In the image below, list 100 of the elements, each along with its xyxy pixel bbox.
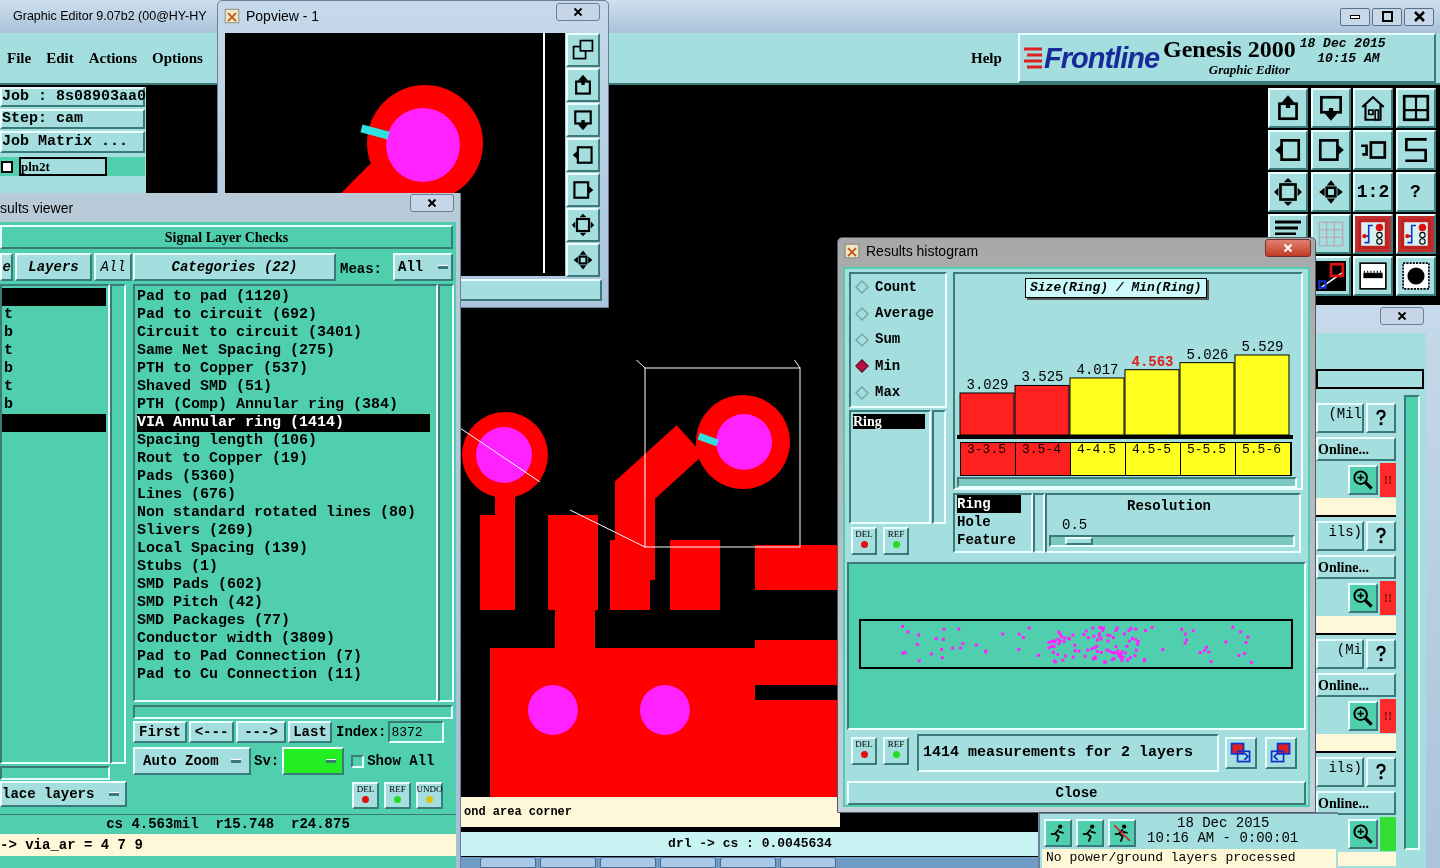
tab[interactable]: Layers <box>15 253 92 281</box>
tool-button[interactable] <box>1395 88 1436 128</box>
tool-button[interactable] <box>1353 214 1393 254</box>
scrollbar[interactable] <box>932 410 946 524</box>
tool-button[interactable] <box>566 208 600 242</box>
zoom-button[interactable] <box>1348 819 1378 849</box>
action-button[interactable]: REF <box>883 527 909 555</box>
tool-button[interactable] <box>1395 130 1436 170</box>
tool-button[interactable] <box>1353 130 1393 170</box>
text-field[interactable] <box>1316 369 1424 389</box>
layer-checkbox[interactable] <box>1 160 13 173</box>
tool-button[interactable]: ? <box>1395 172 1436 212</box>
nav-button[interactable]: <--- <box>189 721 234 743</box>
category-item[interactable]: Same Net Spacing (275) <box>137 342 430 360</box>
import-button[interactable] <box>1265 737 1297 769</box>
slider-thumb[interactable] <box>1065 537 1094 545</box>
menu-item[interactable]: Help <box>971 47 1002 70</box>
category-item[interactable]: Circuit to circuit (3401) <box>137 324 430 342</box>
minimize-button[interactable] <box>1340 7 1370 26</box>
tool-button[interactable] <box>1310 214 1351 254</box>
scrollbar[interactable] <box>1033 493 1045 553</box>
category-item[interactable]: Pad to Cu Connection (11) <box>137 666 430 684</box>
category-item[interactable]: Pad to Pad Connection (7) <box>137 648 430 666</box>
layer-item[interactable]: t <box>2 306 106 324</box>
online-button[interactable]: Online... <box>1316 555 1396 579</box>
radio-button[interactable] <box>855 280 869 295</box>
show-all-checkbox[interactable] <box>351 754 365 768</box>
category-item[interactable]: Conductor width (3809) <box>137 630 430 648</box>
category-item[interactable]: Stubs (1) <box>137 558 430 576</box>
category-item[interactable]: Rout to Copper (19) <box>137 450 430 468</box>
index-field[interactable]: 8372 <box>388 721 445 743</box>
nav-button[interactable]: Last <box>288 721 332 743</box>
category-item[interactable]: Slivers (269) <box>137 522 430 540</box>
scrollbar[interactable] <box>438 284 454 702</box>
tab[interactable]: e <box>0 253 13 281</box>
tool-button[interactable] <box>566 68 600 102</box>
category-item[interactable]: PTH to Copper (537) <box>137 360 430 378</box>
list-item[interactable]: Ring <box>957 495 1021 513</box>
action-button[interactable]: REF <box>384 782 411 809</box>
category-item[interactable]: Shaved SMD (51) <box>137 378 430 396</box>
tool-button[interactable] <box>566 103 600 137</box>
tool-button[interactable] <box>1268 88 1308 128</box>
action-button[interactable]: DEL <box>352 782 379 809</box>
category-item[interactable]: Lines (676) <box>137 486 430 504</box>
taskbar-button[interactable] <box>600 857 656 868</box>
help-button[interactable] <box>1366 757 1396 787</box>
taskbar-button[interactable] <box>480 857 536 868</box>
tool-button[interactable] <box>1310 88 1351 128</box>
scrollbar[interactable] <box>0 766 110 780</box>
scrollbar[interactable] <box>1404 395 1420 850</box>
tool-button[interactable] <box>1353 88 1393 128</box>
layer-item[interactable]: t <box>2 342 106 360</box>
menu-item[interactable]: File <box>7 47 32 70</box>
maximize-button[interactable] <box>1372 7 1402 26</box>
menu-item[interactable]: Options <box>152 47 203 70</box>
category-item[interactable]: SMD Packages (77) <box>137 612 430 630</box>
category-item[interactable]: PTH (Comp) Annular ring (384) <box>137 396 430 414</box>
category-item[interactable]: Pad to circuit (692) <box>137 306 430 324</box>
scrollbar[interactable] <box>957 477 1297 488</box>
radio-button[interactable] <box>855 332 869 347</box>
tool-button[interactable] <box>1268 130 1308 170</box>
layer-item[interactable]: t <box>2 378 106 396</box>
scrollbar[interactable] <box>133 705 453 719</box>
tool-button[interactable] <box>566 173 600 207</box>
layer-item[interactable]: b <box>2 360 106 378</box>
zoom-button[interactable] <box>1348 465 1378 495</box>
close-button[interactable] <box>1380 307 1424 325</box>
taskbar-button[interactable] <box>660 857 716 868</box>
action-button[interactable]: REF <box>883 737 909 765</box>
close-button[interactable] <box>1265 239 1311 257</box>
layer-item[interactable]: b <box>2 396 106 414</box>
list-item[interactable]: Ring <box>853 414 925 429</box>
meas-dropdown[interactable]: All <box>393 253 453 281</box>
category-item[interactable]: SMD Pitch (42) <box>137 594 430 612</box>
nav-button[interactable]: ---> <box>236 721 286 743</box>
job-matrix-button[interactable]: Job Matrix ... <box>0 131 145 153</box>
action-button[interactable]: DEL <box>851 527 877 555</box>
help-button[interactable] <box>1366 403 1396 433</box>
online-button[interactable]: Online... <box>1316 673 1396 697</box>
category-item[interactable]: Pads (5360) <box>137 468 430 486</box>
taskbar-button[interactable] <box>540 857 596 868</box>
action-button[interactable]: UNDO <box>416 782 443 809</box>
close-button[interactable]: Close <box>847 781 1306 805</box>
category-item[interactable]: SMD Pads (602) <box>137 576 430 594</box>
tool-button[interactable] <box>566 33 600 67</box>
help-button[interactable] <box>1366 639 1396 669</box>
tool-button[interactable] <box>566 138 600 172</box>
list-item[interactable]: Hole <box>957 513 1021 531</box>
taskbar-button[interactable] <box>780 857 836 868</box>
tool-button[interactable]: 1:2 <box>1353 172 1393 212</box>
tool-button[interactable] <box>1310 130 1351 170</box>
run-button[interactable] <box>1044 819 1072 847</box>
category-item[interactable]: Non standard rotated lines (80) <box>137 504 430 522</box>
close-button[interactable] <box>410 194 454 212</box>
zoom-dropdown[interactable]: Auto Zoom <box>133 747 251 775</box>
layer-item[interactable]: b <box>2 324 106 342</box>
category-item[interactable]: Local Spacing (139) <box>137 540 430 558</box>
help-button[interactable] <box>1366 521 1396 551</box>
tool-button[interactable] <box>1395 256 1436 296</box>
category-item[interactable]: Pad to pad (1120) <box>137 288 430 306</box>
